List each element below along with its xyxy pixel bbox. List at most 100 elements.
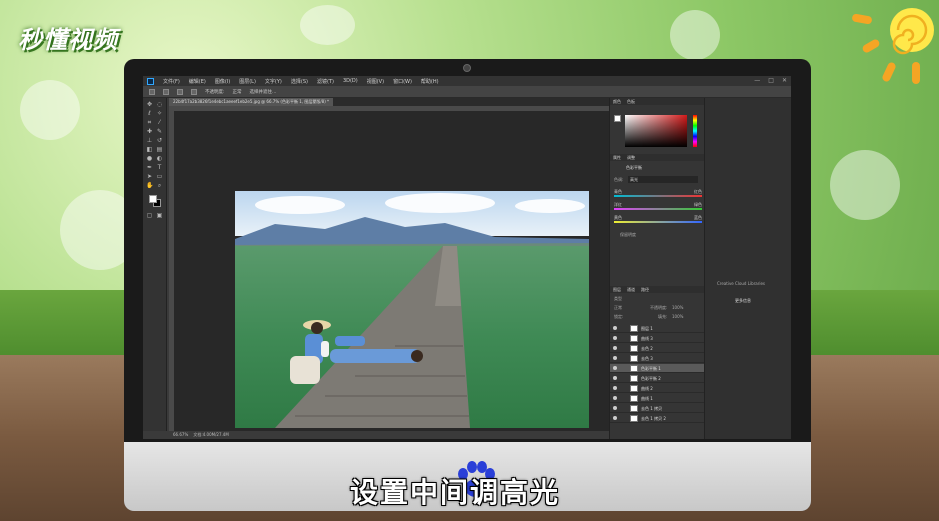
- preserve-luminosity-checkbox[interactable]: 保留明度: [620, 232, 636, 238]
- tab-color[interactable]: 颜色: [613, 98, 621, 105]
- foreground-color-swatch[interactable]: [149, 195, 157, 203]
- layer-row[interactable]: 去色 3: [610, 354, 705, 363]
- menu-type[interactable]: 文字(Y): [265, 78, 282, 85]
- marquee-tool-icon[interactable]: ◌: [156, 102, 163, 108]
- layer-row[interactable]: 去色 1 拷贝: [610, 404, 705, 413]
- eye-visibility-icon[interactable]: [613, 346, 617, 350]
- menu-file[interactable]: 文件(F): [163, 78, 180, 85]
- menu-3d[interactable]: 3D(D): [343, 78, 358, 84]
- pen-tool-icon[interactable]: ✒: [146, 165, 153, 171]
- layer-name: 去色 2: [641, 346, 653, 351]
- bokeh-light: [670, 10, 720, 60]
- menu-edit[interactable]: 编辑(E): [189, 78, 206, 85]
- quick-mask-icon[interactable]: ▢: [146, 213, 153, 219]
- dodge-tool-icon[interactable]: ◐: [156, 156, 163, 162]
- tone-select[interactable]: 高光: [628, 176, 698, 183]
- shape-tool-icon[interactable]: ▭: [156, 174, 163, 180]
- slider-track[interactable]: [614, 195, 702, 197]
- zoom-level[interactable]: 66.67%: [173, 432, 188, 437]
- gradient-tool-icon[interactable]: ▤: [156, 147, 163, 153]
- eye-visibility-icon[interactable]: [613, 376, 617, 380]
- maximize-button[interactable]: □: [768, 77, 774, 84]
- stamp-tool-icon[interactable]: ⊥: [146, 138, 153, 144]
- layer-row[interactable]: 色彩平衡 2: [610, 374, 705, 383]
- healing-brush-tool-icon[interactable]: ✚: [146, 129, 153, 135]
- layer-row[interactable]: 曲线 1: [610, 394, 705, 403]
- lasso-tool-icon[interactable]: ℓ: [146, 111, 153, 117]
- canvas-area[interactable]: [174, 111, 609, 431]
- path-selection-tool-icon[interactable]: ➤: [146, 174, 153, 180]
- color-picker-field[interactable]: [625, 115, 687, 147]
- library-link[interactable]: 更多信息: [735, 298, 751, 304]
- mode-select[interactable]: 正常: [233, 89, 242, 95]
- color-panel-foreground-swatch[interactable]: [614, 115, 621, 122]
- blur-tool-icon[interactable]: ●: [146, 156, 153, 162]
- type-tool-icon[interactable]: T: [156, 165, 163, 171]
- menu-image[interactable]: 图像(I): [215, 78, 230, 85]
- tab-adjustments[interactable]: 调整: [627, 154, 635, 161]
- slider-track[interactable]: [614, 221, 702, 223]
- new-selection-button[interactable]: [163, 88, 169, 95]
- eye-visibility-icon[interactable]: [613, 336, 617, 340]
- select-and-mask-button[interactable]: 选择并遮住...: [250, 89, 277, 95]
- layer-opacity-value[interactable]: 100%: [672, 305, 683, 310]
- eye-visibility-icon[interactable]: [613, 356, 617, 360]
- minimize-button[interactable]: —: [754, 77, 760, 84]
- menu-layer[interactable]: 图层(L): [239, 78, 256, 85]
- menu-filter[interactable]: 滤镜(T): [317, 78, 334, 85]
- eye-visibility-icon[interactable]: [613, 396, 617, 400]
- photo-canvas[interactable]: [235, 191, 589, 428]
- magenta-green-slider[interactable]: 洋红 绿色: [614, 202, 702, 212]
- eye-visibility-icon[interactable]: [613, 386, 617, 390]
- tab-properties[interactable]: 属性: [613, 154, 621, 161]
- add-selection-button[interactable]: [177, 88, 183, 95]
- panels-column: 颜色 色板 属性 调整 色彩平衡 色调: 高光 青色 红色 洋红 绿色 黄色 蓝…: [609, 98, 705, 439]
- eraser-tool-icon[interactable]: ◧: [146, 147, 153, 153]
- magic-wand-tool-icon[interactable]: ✧: [156, 111, 163, 117]
- eye-visibility-icon[interactable]: [613, 366, 617, 370]
- bokeh-light: [20, 80, 80, 140]
- subtract-selection-button[interactable]: [191, 88, 197, 95]
- eye-visibility-icon[interactable]: [613, 406, 617, 410]
- layer-thumbnail: [630, 325, 638, 332]
- layer-row[interactable]: 曲线 2: [610, 384, 705, 393]
- photoshop-window: 文件(F) 编辑(E) 图像(I) 图层(L) 文字(Y) 选择(S) 滤镜(T…: [143, 76, 791, 439]
- tab-swatches[interactable]: 色板: [627, 98, 635, 105]
- layer-row[interactable]: 图层 1: [610, 324, 705, 333]
- brush-tool-icon[interactable]: ✎: [156, 129, 163, 135]
- yellow-blue-slider[interactable]: 黄色 蓝色: [614, 215, 702, 225]
- tab-paths[interactable]: 路径: [641, 286, 649, 293]
- layer-thumbnail: [630, 355, 638, 362]
- hand-tool-icon[interactable]: ✋: [146, 183, 153, 189]
- layer-kind-filter[interactable]: 类型: [614, 296, 622, 302]
- menu-window[interactable]: 窗口(W): [393, 78, 412, 85]
- layer-name: 曲线 1: [641, 396, 653, 401]
- layer-row[interactable]: 曲线 3: [610, 334, 705, 343]
- crop-tool-icon[interactable]: ⌗: [146, 120, 153, 126]
- eyedropper-tool-icon[interactable]: ⁄: [156, 120, 163, 126]
- move-tool-icon[interactable]: ✥: [146, 102, 153, 108]
- history-brush-tool-icon[interactable]: ↺: [156, 138, 163, 144]
- fill-value[interactable]: 100%: [672, 314, 683, 319]
- menu-select[interactable]: 选择(S): [291, 78, 308, 85]
- slider-track[interactable]: [614, 208, 702, 210]
- eye-visibility-icon[interactable]: [613, 416, 617, 420]
- layer-name: 去色 1 拷贝 2: [641, 416, 666, 421]
- layer-row[interactable]: 色彩平衡 1: [610, 364, 705, 373]
- layer-row[interactable]: 去色 2: [610, 344, 705, 353]
- document-tab[interactable]: 22b4f17a2b3826f1e4ebc1aeeef1eb2e5.jpg @ …: [169, 98, 334, 106]
- layer-row[interactable]: 去色 1 拷贝 2: [610, 414, 705, 423]
- watermark-logo: 秒懂视频: [18, 26, 118, 54]
- zoom-tool-icon[interactable]: ⌕: [156, 183, 163, 189]
- blend-mode-select[interactable]: 正常: [614, 305, 622, 311]
- hue-slider[interactable]: [693, 115, 697, 147]
- tool-preset-button[interactable]: [149, 88, 155, 95]
- screen-mode-icon[interactable]: ▣: [156, 213, 163, 219]
- cyan-red-slider[interactable]: 青色 红色: [614, 189, 702, 199]
- tab-layers[interactable]: 图层: [613, 286, 621, 293]
- tab-channels[interactable]: 通道: [627, 286, 635, 293]
- menu-help[interactable]: 帮助(H): [421, 78, 439, 85]
- eye-visibility-icon[interactable]: [613, 326, 617, 330]
- menu-view[interactable]: 视图(V): [367, 78, 384, 85]
- close-button[interactable]: ✕: [782, 77, 787, 84]
